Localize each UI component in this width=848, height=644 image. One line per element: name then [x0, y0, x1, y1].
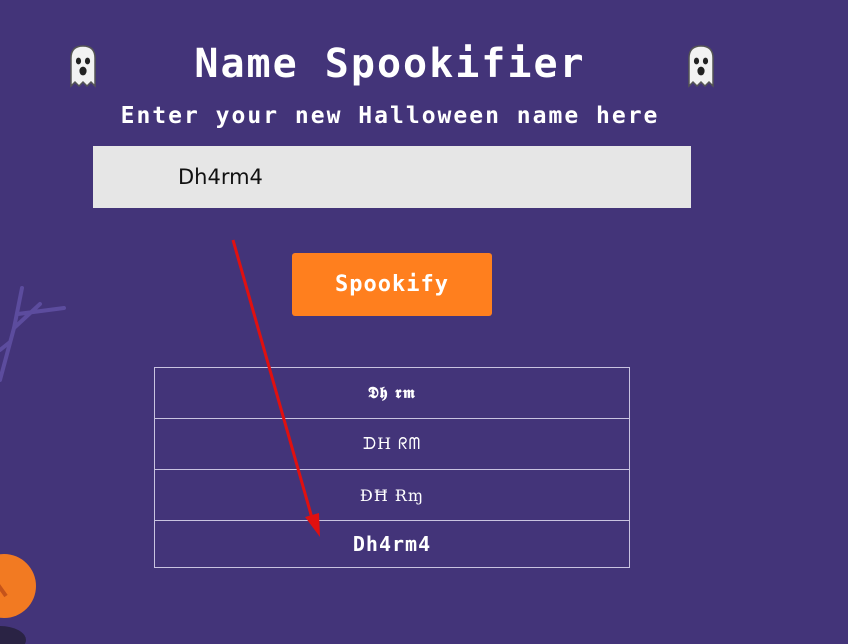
name-input[interactable] — [93, 146, 691, 208]
result-row: ĐĦ Ɍɱ — [155, 470, 629, 521]
ghost-icon — [688, 45, 714, 88]
spookify-button[interactable]: Spookify — [292, 253, 492, 316]
page-title: Name Spookifier — [194, 41, 586, 87]
page-subtitle: Enter your new Halloween name here — [120, 103, 660, 129]
result-row: Dh4rm4 — [352, 532, 432, 556]
results-table: 𝕯𝖍 𝖗𝖒 ᗪH ᖇᗰ ĐĦ Ɍɱ Dh4rm4 — [154, 367, 630, 568]
page-header: Name Spookifier — [0, 36, 780, 96]
result-row: ᗪH ᖇᗰ — [155, 419, 629, 470]
pumpkin-icon — [0, 554, 36, 644]
ghost-icon — [70, 45, 96, 88]
bare-tree-branch-icon — [0, 286, 66, 382]
result-row: 𝕯𝖍 𝖗𝖒 — [155, 368, 629, 419]
